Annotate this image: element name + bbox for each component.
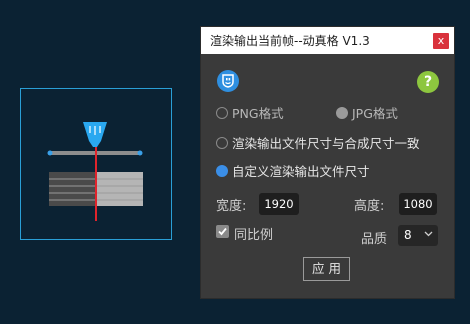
radio-unselected-icon [216, 106, 228, 119]
radio-unselected-icon [216, 136, 228, 149]
preview-panel [20, 88, 172, 240]
quality-select[interactable]: 8 [398, 225, 438, 246]
close-icon: x [437, 34, 445, 47]
close-button[interactable]: x [433, 33, 449, 49]
checkmark-icon [218, 227, 227, 236]
custom-size-label: 自定义渲染输出文件尺寸 [232, 164, 370, 179]
width-input[interactable]: 1920 [259, 193, 299, 215]
jpg-format-radio[interactable]: JPG格式 [336, 103, 398, 122]
keep-ratio-checkbox[interactable] [216, 225, 229, 238]
match-comp-size-radio[interactable]: 渲染输出文件尺寸与合成尺寸一致 [216, 133, 420, 152]
help-icon: ? [423, 74, 433, 90]
height-input[interactable]: 1080 [399, 193, 437, 215]
png-format-label: PNG格式 [232, 106, 284, 121]
render-preview-illustration [47, 122, 143, 221]
jpg-format-label: JPG格式 [352, 106, 398, 121]
render-dialog: 渲染输出当前帧--动真格 V1.3 x ? PNG格式 JPG格式 渲染输出文件… [201, 27, 454, 298]
timeline-right-handle [137, 150, 143, 156]
height-label: 高度: [354, 199, 385, 214]
width-label: 宽度: [216, 199, 247, 214]
match-comp-size-label: 渲染输出文件尺寸与合成尺寸一致 [232, 136, 420, 151]
title-bar[interactable]: 渲染输出当前帧--动真格 V1.3 x [201, 27, 454, 54]
radio-selected-icon [216, 164, 228, 177]
quality-value: 8 [404, 228, 412, 242]
apply-button[interactable]: 应 用 [303, 257, 350, 281]
radio-selected-disabled-icon [336, 106, 348, 119]
png-format-radio[interactable]: PNG格式 [216, 103, 284, 122]
timeline-left-handle [47, 150, 53, 156]
dialog-title: 渲染输出当前帧--动真格 V1.3 [210, 34, 370, 48]
keep-ratio-label: 同比例 [234, 228, 274, 243]
chevron-down-icon [424, 231, 433, 237]
quality-label: 品质 [361, 232, 388, 247]
app-logo-icon [217, 70, 239, 92]
help-button[interactable]: ? [417, 71, 439, 93]
custom-size-radio[interactable]: 自定义渲染输出文件尺寸 [216, 161, 370, 180]
